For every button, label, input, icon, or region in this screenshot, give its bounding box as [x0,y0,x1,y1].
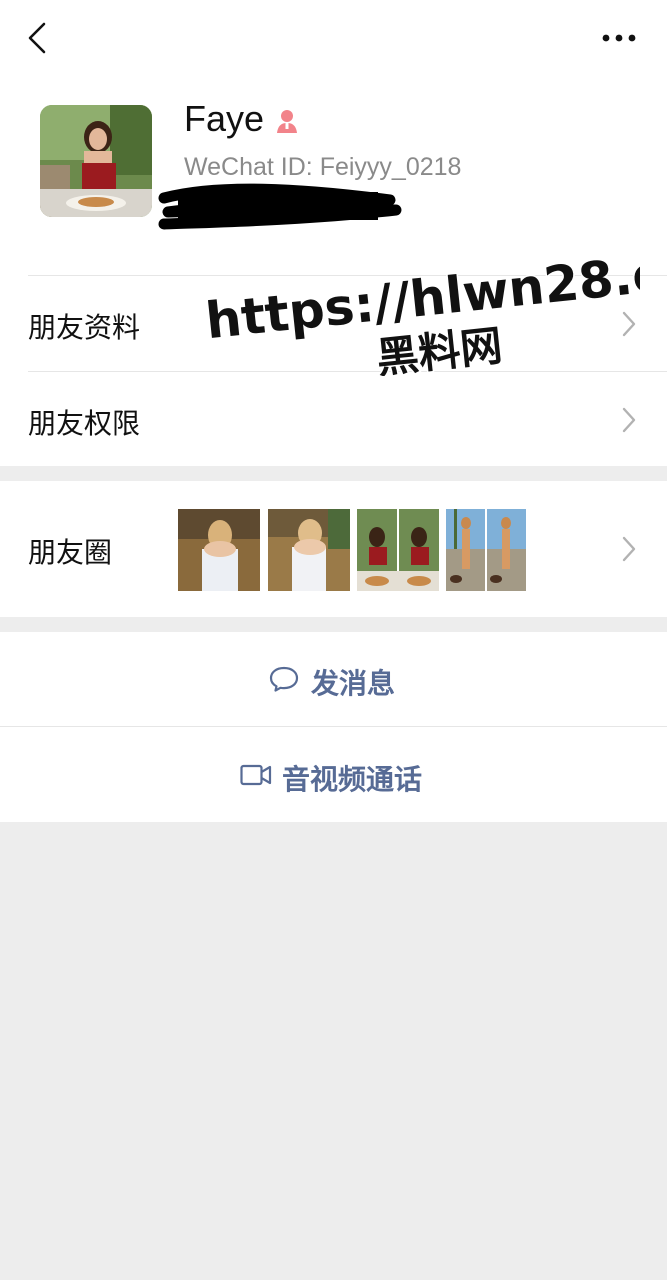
friend-permissions-row[interactable]: 朋友权限 [0,372,667,466]
chevron-right-icon [622,407,636,433]
chevron-left-icon [28,22,46,54]
send-message-label: 发消息 [311,667,396,700]
moments-thumbnail [178,509,260,591]
friend-info-label: 朋友资料 [28,311,141,344]
female-user-icon [272,106,302,136]
chat-bubble-icon [269,666,299,692]
moments-row[interactable]: 朋友圈 [0,481,667,617]
video-call-button[interactable]: 音视频通话 [0,727,667,822]
moments-label: 朋友圈 [28,536,113,569]
moments-thumbnail [357,509,439,591]
friend-info-row[interactable]: 朋友资料 [0,276,667,371]
profile-section: Faye WeChat ID: Feiyyy_0218 朋友资料 朋友权限 ht… [0,0,667,466]
video-call-label: 音视频通话 [282,763,423,796]
more-button[interactable] [598,26,640,50]
friend-permissions-label: 朋友权限 [28,407,141,440]
send-message-button[interactable]: 发消息 [0,632,667,727]
avatar[interactable] [40,105,152,217]
more-dots-icon [602,34,636,42]
chevron-right-icon [622,536,636,562]
contact-name: Faye [184,98,265,139]
back-button[interactable] [22,18,56,58]
chevron-right-icon [622,311,636,337]
moments-thumbnail [446,509,526,591]
video-camera-icon [240,764,272,786]
redaction-mark [158,178,403,232]
moments-thumbnail [268,509,350,591]
contact-profile-page: Faye WeChat ID: Feiyyy_0218 朋友资料 朋友权限 ht… [0,0,667,1280]
